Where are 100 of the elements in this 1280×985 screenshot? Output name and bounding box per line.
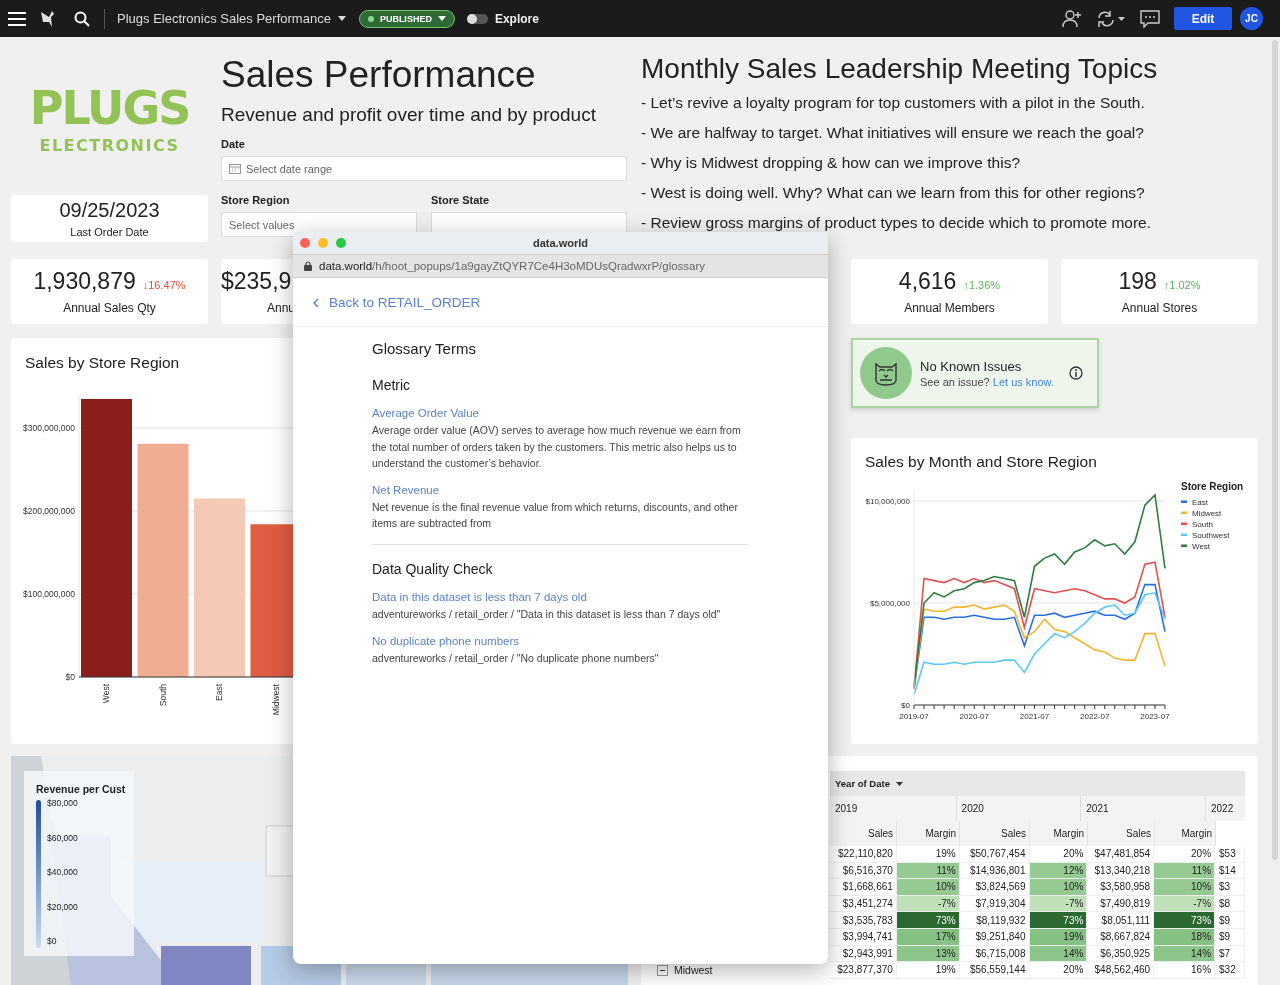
- axis-tick-label: Midwest: [270, 684, 281, 716]
- table-cell: $47,481,854: [1087, 846, 1155, 863]
- document-title-button[interactable]: Plugs Electronics Sales Performance: [117, 11, 346, 26]
- table-cell: 73%: [896, 912, 960, 929]
- add-user-icon[interactable]: [1062, 9, 1082, 28]
- chart-title: Sales by Store Region: [25, 354, 181, 372]
- topic-item: - Review gross margins of product types to decide which to promote more.: [641, 213, 1152, 232]
- axis-tick-label: East: [214, 684, 224, 701]
- kpi-value: 1,930,879: [33, 268, 136, 295]
- table-cell: 10%: [1029, 879, 1088, 896]
- term-description: adventureworks / retail_order / "No duplicate phone numbers": [372, 650, 660, 666]
- term-description: adventureworks / retail_order / "Data in this dataset is less than 7 days old": [372, 606, 722, 622]
- year-header: 2022: [1205, 796, 1245, 821]
- axis-tick-label: 2019-07: [899, 712, 929, 721]
- legend-title: Revenue per Cust: [36, 783, 127, 795]
- table-cell: 73%: [1154, 912, 1216, 929]
- table-cell: $3,535,783: [830, 912, 897, 929]
- scrollbar[interactable]: [1272, 40, 1278, 860]
- menu-icon[interactable]: [8, 11, 26, 26]
- kpi-value: 09/25/2023: [59, 199, 160, 222]
- table-cell: $48,562,460: [1087, 962, 1155, 979]
- user-avatar[interactable]: JC: [1240, 7, 1263, 30]
- measure-header: Sales: [830, 821, 897, 846]
- page-title: Sales Performance: [221, 53, 537, 97]
- section-title: Data Quality Check: [372, 560, 494, 577]
- sync-icon[interactable]: [1096, 9, 1126, 28]
- filter-label: Date: [221, 138, 246, 150]
- kpi-label: Annual Stores: [1121, 301, 1198, 315]
- back-link[interactable]: Back to RETAIL_ORDER: [293, 278, 828, 327]
- legend-tick-label: $60,000: [47, 832, 78, 843]
- filter-label: Store Region: [221, 194, 291, 206]
- table-cell: $3,824,569: [959, 879, 1030, 896]
- table-cell: $32: [1215, 962, 1245, 979]
- kpi-value: 4,616: [898, 268, 957, 295]
- legend-label: South: [1192, 520, 1213, 529]
- measure-header: Margin: [1155, 821, 1216, 846]
- year-header: 2021: [1081, 796, 1206, 821]
- term-link[interactable]: Net Revenue: [372, 483, 748, 496]
- kpi-label: Annual Sales Qty: [63, 301, 156, 315]
- edit-button[interactable]: Edit: [1174, 7, 1232, 30]
- caret-icon: [895, 781, 903, 786]
- table-cell: 20%: [1154, 846, 1216, 863]
- legend-label: East: [1192, 498, 1208, 507]
- term-link[interactable]: No duplicate phone numbers: [372, 634, 748, 647]
- axis-tick-label: $300,000,000: [23, 423, 75, 433]
- table-cell: $56,559,144: [959, 962, 1030, 979]
- table-cell: $50,767,454: [959, 846, 1030, 863]
- column-header[interactable]: Year of Date: [830, 771, 1245, 796]
- table-cell: 20%: [1029, 846, 1088, 863]
- term-link[interactable]: Average Order Value: [372, 407, 748, 419]
- legend-tick-label: $20,000: [47, 901, 78, 912]
- chevron-left-icon: [313, 297, 319, 308]
- axis-tick-label: $5,000,000: [869, 599, 910, 608]
- axis-tick-label: $0: [65, 672, 75, 682]
- info-icon[interactable]: [1069, 366, 1083, 380]
- table-cell: 10%: [1154, 879, 1216, 896]
- comment-icon[interactable]: [1140, 9, 1160, 28]
- kpi-change: ↑1.02%: [1163, 279, 1201, 291]
- axis-tick-label: 2022-07: [1080, 712, 1110, 721]
- table-cell: $8,119,932: [959, 912, 1030, 929]
- glossary-heading: Glossary Terms: [372, 340, 477, 357]
- legend-label: Midwest: [1192, 509, 1222, 518]
- table-cell: $8,051,111: [1087, 912, 1155, 929]
- table-cell: $3: [1215, 879, 1245, 896]
- year-header: 2019: [830, 796, 957, 821]
- term-description: Average order value (AOV) serves to average how much revenue we earn from the total number of orders taken by the customers. This metric also helps us to understand the customer’s behavior.: [372, 423, 742, 472]
- caret-icon: [337, 16, 346, 21]
- chart-title: Sales by Month and Store Region: [865, 453, 1098, 471]
- term-link[interactable]: Data in this dataset is less than 7 days old: [372, 590, 748, 603]
- topics-title: Monthly Sales Leadership Meeting Topics: [641, 53, 1159, 85]
- measure-header: Sales: [960, 821, 1030, 846]
- kpi-label: Annual Members: [904, 301, 995, 315]
- term-description: Net revenue is the final revenue value from which returns, discounts, and other items are subtracted from: [372, 499, 739, 532]
- status-dot-icon: [367, 15, 374, 22]
- explore-toggle[interactable]: [466, 13, 488, 24]
- collapse-icon[interactable]: [657, 964, 668, 976]
- search-icon[interactable]: [74, 10, 90, 27]
- legend-label: West: [1192, 542, 1211, 551]
- table-cell: 19%: [896, 846, 960, 863]
- kpi-label: Last Order Date: [70, 226, 149, 238]
- date-range-field[interactable]: Select date range: [221, 156, 627, 181]
- year-header: 2020: [956, 796, 1082, 821]
- table-cell: 10%: [896, 879, 960, 896]
- legend-tick-label: $80,000: [47, 798, 78, 808]
- table-cell: $53: [1215, 846, 1245, 863]
- status-badge[interactable]: PUBLISHED: [358, 9, 455, 28]
- legend-label: Southwest: [1192, 531, 1230, 540]
- calendar-icon: [229, 163, 241, 174]
- topic-item: - West is doing well. Why? What can we learn from this for other regions?: [641, 183, 1146, 202]
- table-cell: $22,110,820: [830, 846, 897, 863]
- page-subtitle: Revenue and profit over time and by product: [221, 104, 597, 126]
- topic-item: - We are halfway to target. What initiatives will ensure we reach the goal?: [641, 123, 1145, 142]
- table-cell: $3,580,958: [1087, 879, 1155, 896]
- address-bar[interactable]: data.world/h/hoot_popups/1a9gayZtQYR7Ce4H3oMDUsQradwxrP/glossary: [293, 254, 828, 278]
- axis-tick-label: South: [157, 684, 168, 707]
- close-icon[interactable]: [300, 238, 310, 248]
- axis-tick-label: 2023-07: [1140, 712, 1170, 721]
- kpi-change: ↓16.47%: [142, 279, 186, 291]
- report-link[interactable]: Let us know.: [992, 375, 1054, 388]
- url-text: data.world/h/hoot_popups/1a9gayZtQYR7Ce4H3oMDUsQradwxrP/glossary: [319, 260, 706, 272]
